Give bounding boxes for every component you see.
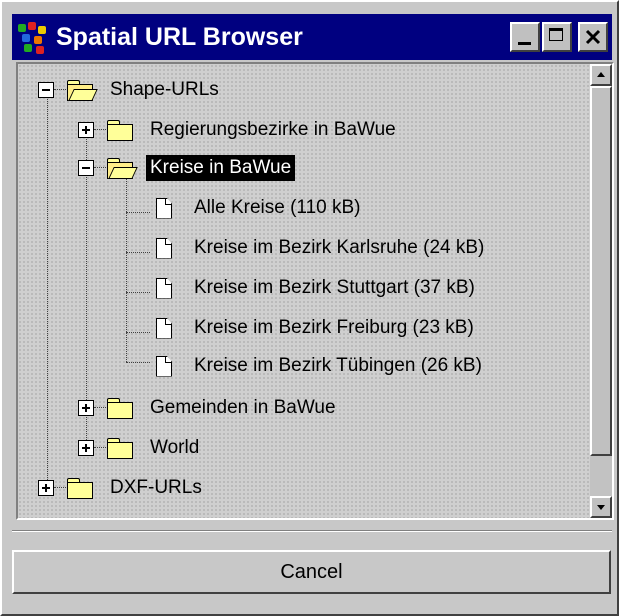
window-title: Spatial URL Browser <box>56 22 303 51</box>
tree-node-gemeinden[interactable]: Gemeinden in BaWue <box>78 390 340 426</box>
document-icon <box>156 237 172 259</box>
open-folder-icon <box>106 158 138 179</box>
close-button[interactable] <box>578 22 608 52</box>
folder-icon <box>106 120 134 141</box>
tree-guide-line <box>126 332 150 333</box>
tree-node-label: Shape-URLs <box>110 79 219 100</box>
tree-node-label: Kreise im Bezirk Freiburg (23 kB) <box>194 317 474 338</box>
tree-node-dxf-urls[interactable]: DXF-URLs <box>38 470 206 506</box>
expand-icon[interactable] <box>78 400 94 416</box>
document-icon <box>156 197 172 219</box>
dialog-window: Spatial URL Browser Shape-URLs Regierung… <box>0 0 619 616</box>
collapse-icon[interactable] <box>38 82 54 98</box>
tree-leaf-file[interactable]: Kreise im Bezirk Stuttgart (37 kB) <box>156 270 479 306</box>
vertical-scrollbar[interactable] <box>590 64 612 518</box>
arrow-up-icon <box>597 72 605 77</box>
collapse-icon[interactable] <box>78 160 94 176</box>
tree-node-label: DXF-URLs <box>110 477 202 498</box>
tree-guide-line <box>126 212 150 213</box>
tree-leaf-file[interactable]: Kreise im Bezirk Karlsruhe (24 kB) <box>156 230 488 266</box>
scroll-up-button[interactable] <box>590 64 612 86</box>
expand-icon[interactable] <box>38 480 54 496</box>
tree-node-label: Kreise im Bezirk Tübingen (26 kB) <box>194 355 482 376</box>
tree-node-label: Alle Kreise (110 kB) <box>194 197 361 218</box>
app-icon <box>16 20 50 54</box>
tree-node-kreise[interactable]: Kreise in BaWue <box>78 150 296 186</box>
folder-icon <box>66 478 94 499</box>
scroll-down-button[interactable] <box>590 496 612 518</box>
close-icon <box>585 29 601 45</box>
tree-node-label: Kreise im Bezirk Stuttgart (37 kB) <box>194 277 475 298</box>
open-folder-icon <box>66 80 98 101</box>
document-icon <box>156 317 172 339</box>
tree-leaf-file[interactable]: Kreise im Bezirk Freiburg (23 kB) <box>156 310 478 346</box>
tree-guide-line <box>126 252 150 253</box>
tree-node-label: World <box>150 437 200 458</box>
scroll-thumb[interactable] <box>590 86 612 456</box>
tree-node-regierungsbezirke[interactable]: Regierungsbezirke in BaWue <box>78 112 400 148</box>
arrow-down-icon <box>597 505 605 510</box>
tree-leaf-file[interactable]: Alle Kreise (110 kB) <box>156 190 365 226</box>
tree-guide-line <box>126 362 150 363</box>
tree-guide-line <box>126 176 127 362</box>
tree-node-shape-urls[interactable]: Shape-URLs <box>38 72 223 108</box>
document-icon <box>156 277 172 299</box>
title-bar[interactable]: Spatial URL Browser <box>12 14 612 60</box>
tree-node-label: Kreise im Bezirk Karlsruhe (24 kB) <box>194 237 485 258</box>
url-tree[interactable]: Shape-URLs Regierungsbezirke in BaWue Kr… <box>16 62 614 520</box>
cancel-button[interactable]: Cancel <box>12 550 611 594</box>
maximize-icon <box>549 28 563 41</box>
separator <box>12 530 612 532</box>
minimize-button[interactable] <box>510 22 540 52</box>
document-icon <box>156 355 172 377</box>
tree-guide-line <box>126 292 150 293</box>
tree-node-world[interactable]: World <box>78 430 203 466</box>
folder-icon <box>106 398 134 419</box>
tree-node-label: Regierungsbezirke in BaWue <box>150 119 396 140</box>
tree-node-label-selected: Kreise in BaWue <box>146 155 296 181</box>
expand-icon[interactable] <box>78 122 94 138</box>
maximize-button[interactable] <box>542 22 572 52</box>
tree-leaf-file[interactable]: Kreise im Bezirk Tübingen (26 kB) <box>156 348 486 384</box>
tree-guide-line <box>47 94 48 490</box>
tree-node-label: Gemeinden in BaWue <box>150 397 336 418</box>
expand-icon[interactable] <box>78 440 94 456</box>
minimize-icon <box>518 42 531 45</box>
folder-icon <box>106 438 134 459</box>
